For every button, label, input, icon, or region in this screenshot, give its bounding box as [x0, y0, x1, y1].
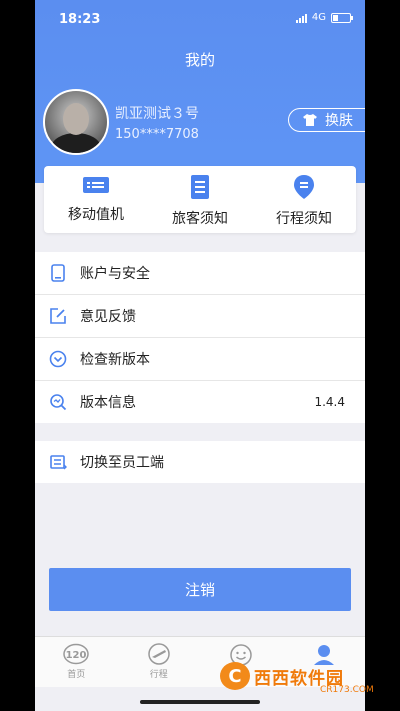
menu-item-label: 意见反馈 [80, 309, 136, 325]
app-screen: 18:23 4G 我的 凯亚测试３号 150****7708 换肤 移动值机 旅… [35, 0, 365, 711]
menu-item-label: 检查新版本 [80, 352, 150, 368]
status-time: 18:23 [59, 12, 101, 27]
menu-item-account-security[interactable]: 账户与安全 [35, 252, 365, 295]
quick-action-passenger-notice[interactable]: 旅客须知 [148, 166, 252, 233]
menu-item-version-info[interactable]: 版本信息 1.4.4 [35, 381, 365, 423]
quick-action-label: 行程须知 [276, 211, 332, 227]
search-icon [48, 392, 68, 412]
switch-icon [48, 452, 68, 472]
menu-item-label: 切换至员工端 [80, 455, 164, 471]
menu-item-feedback[interactable]: 意见反馈 [35, 295, 365, 338]
change-skin-button[interactable]: 换肤 [288, 108, 365, 132]
logout-button[interactable]: 注销 [49, 568, 351, 611]
quick-action-label: 旅客须知 [172, 211, 228, 227]
location-pin-icon [294, 175, 314, 199]
signal-icon [295, 13, 307, 23]
boarding-pass-icon [83, 177, 109, 193]
switch-list: 切换至员工端 [35, 441, 365, 483]
quick-action-label: 移动值机 [68, 207, 124, 223]
home-indicator [140, 700, 260, 704]
svg-text:120: 120 [66, 650, 87, 661]
version-value: 1.4.4 [314, 395, 345, 409]
profile-header: 18:23 4G 我的 凯亚测试３号 150****7708 换肤 [35, 0, 365, 183]
watermark-logo-icon: C [220, 662, 250, 690]
menu-item-label: 账户与安全 [80, 266, 150, 282]
menu-item-check-update[interactable]: 检查新版本 [35, 338, 365, 381]
network-label: 4G [311, 12, 326, 23]
page-title: 我的 [184, 51, 215, 69]
menu-item-label: 版本信息 [80, 395, 136, 411]
chevron-circle-icon [48, 349, 68, 369]
watermark: C 西西软件园 CR173.COM [220, 659, 374, 695]
quick-actions-card: 移动值机 旅客须知 行程须知 [44, 166, 356, 233]
edit-icon [48, 306, 68, 326]
status-indicators: 4G [295, 12, 353, 23]
watermark-url: CR173.COM [320, 685, 374, 695]
tab-home[interactable]: 120 首页 [35, 637, 118, 687]
quick-action-checkin[interactable]: 移动值机 [44, 166, 148, 233]
battery-icon [331, 12, 353, 23]
home-120-icon: 120 [63, 643, 89, 665]
plane-icon [148, 643, 170, 665]
change-skin-label: 换肤 [325, 113, 353, 129]
user-name: 凯亚测试３号 [115, 106, 199, 122]
settings-list: 账户与安全 意见反馈 检查新版本 版本信息 1.4.4 [35, 252, 365, 423]
tab-label: 首页 [67, 670, 86, 680]
quick-action-trip-notice[interactable]: 行程须知 [252, 166, 356, 233]
status-bar: 18:23 4G [35, 10, 365, 30]
tab-trip[interactable]: 行程 [118, 637, 201, 687]
menu-item-switch-staff[interactable]: 切换至员工端 [35, 441, 365, 483]
phone-icon [48, 263, 68, 283]
tab-label: 行程 [149, 670, 168, 680]
shirt-icon [303, 114, 317, 126]
user-phone: 150****7708 [115, 127, 199, 142]
avatar[interactable] [43, 89, 109, 155]
document-icon [191, 175, 209, 199]
